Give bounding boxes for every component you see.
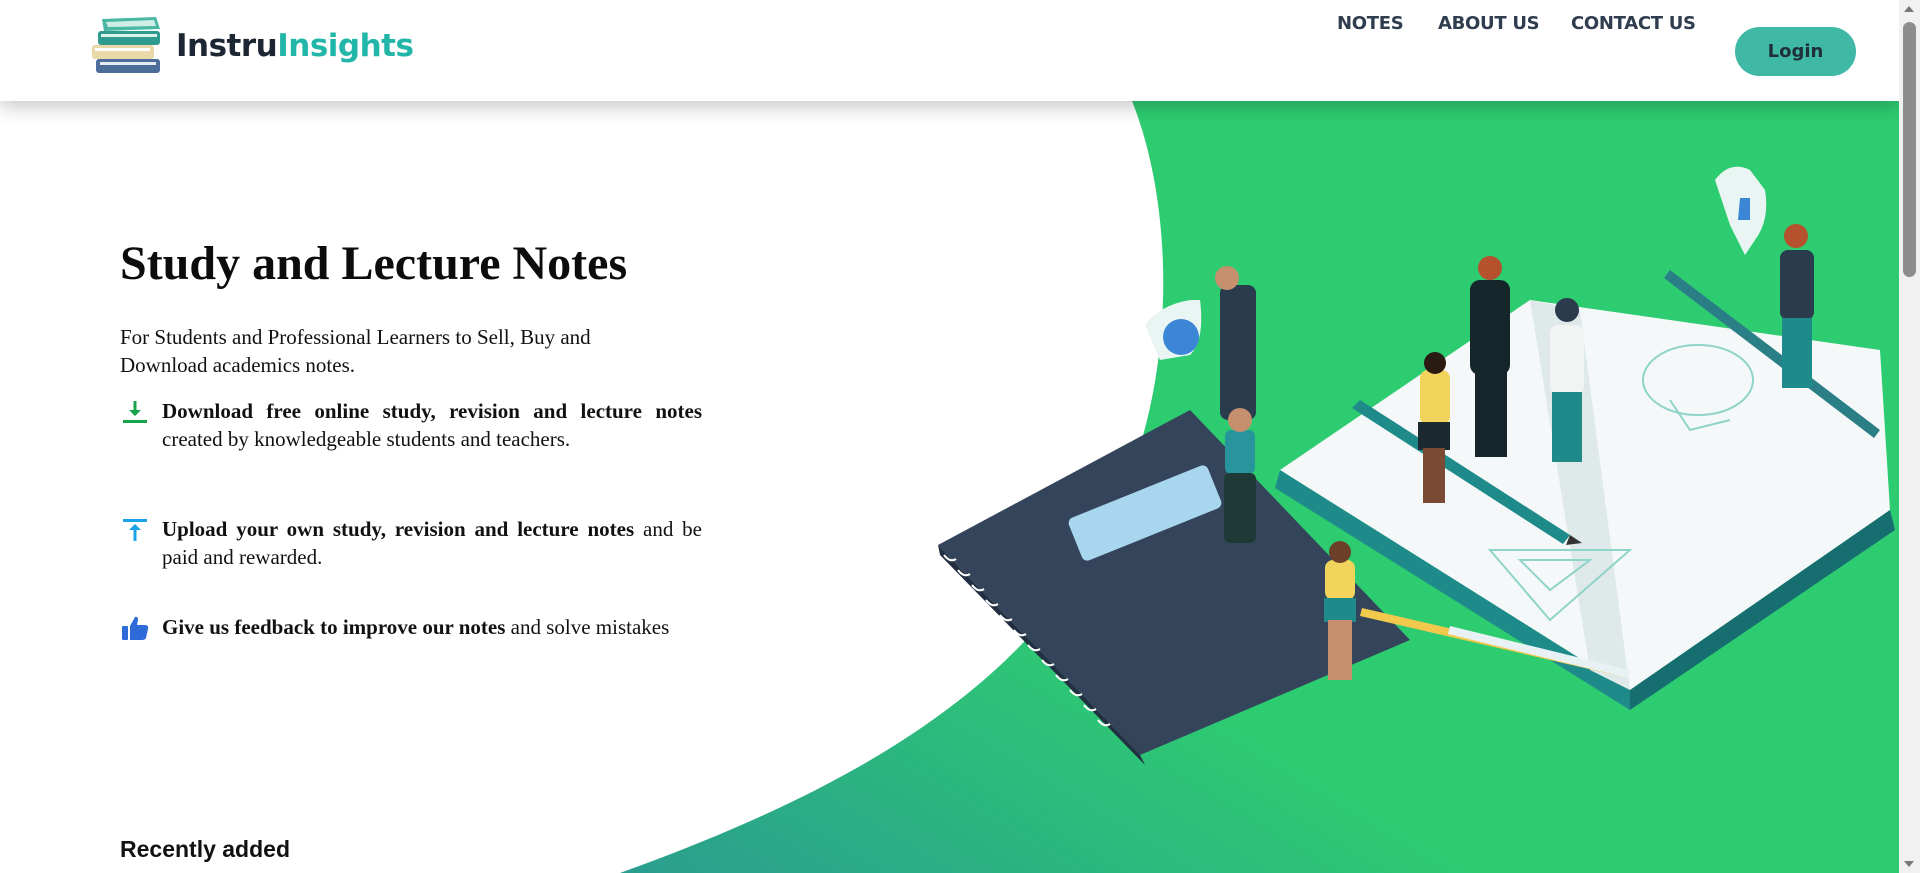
upload-icon <box>123 519 147 541</box>
recently-added-heading: Recently added <box>120 836 290 862</box>
scroll-down-arrow-icon[interactable] <box>1904 861 1914 867</box>
nav-about-link[interactable]: ABOUT US <box>1438 0 1540 48</box>
feature-feedback-bold: Give us feedback to improve our notes <box>162 615 506 639</box>
brand-name-part2: Insights <box>277 28 414 64</box>
hero-title: Study and Lecture Notes <box>120 237 628 290</box>
download-icon <box>123 401 147 423</box>
nav-contact-link[interactable]: CONTACT US <box>1571 0 1696 48</box>
thumbs-up-icon <box>122 616 149 640</box>
scroll-up-arrow-icon[interactable] <box>1904 6 1914 12</box>
nav-notes-link[interactable]: NOTES <box>1337 0 1404 48</box>
brand-name-part1: Instru <box>176 28 278 64</box>
books-logo-icon <box>92 17 160 73</box>
brand-logo[interactable]: InstruInsights <box>92 15 414 77</box>
feature-upload-bold: Upload your own study, revision and lect… <box>162 517 635 541</box>
brand-name: InstruInsights <box>176 28 414 64</box>
hero-illustration <box>938 166 1895 765</box>
login-button[interactable]: Login <box>1735 27 1856 76</box>
feature-feedback-text: and solve mistakes <box>505 615 670 639</box>
feature-feedback: Give us feedback to improve our notes an… <box>120 613 702 641</box>
feature-download: Download free online study, revision and… <box>120 397 702 453</box>
feature-download-text: created by knowledgeable students and te… <box>162 427 571 451</box>
feature-upload: Upload your own study, revision and lect… <box>120 515 702 571</box>
hero-subtitle: For Students and Professional Learners t… <box>120 325 591 377</box>
scrollbar-thumb[interactable] <box>1903 22 1916 277</box>
page-scrollbar[interactable] <box>1899 0 1920 873</box>
feature-download-bold: Download free online study, revision and… <box>162 399 702 423</box>
site-header: InstruInsights NOTES ABOUT US CONTACT US… <box>0 0 1899 101</box>
